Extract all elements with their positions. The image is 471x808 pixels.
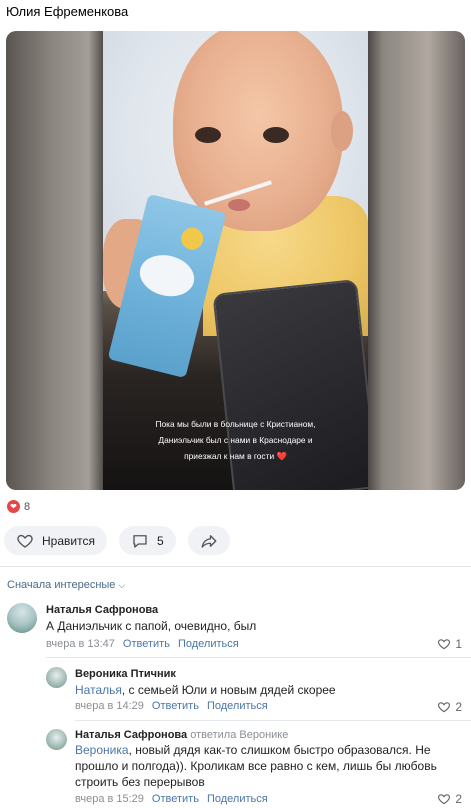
heart-outline-icon (438, 794, 451, 805)
juice-pack-badge (178, 225, 206, 253)
comment-text: Вероника, новый дядя как-то слишком быст… (75, 743, 437, 789)
share-arrow-icon (201, 534, 217, 548)
heart-emoji-icon: ❤️ (276, 451, 287, 461)
comments-button[interactable]: 5 (118, 526, 176, 555)
avatar[interactable] (7, 603, 37, 633)
caption-line-3: приезжал к нам в гости ❤️ (184, 451, 287, 461)
avatar[interactable] (46, 667, 67, 688)
share-link[interactable]: Поделиться (178, 638, 239, 650)
like-label: Нравится (42, 533, 95, 548)
comment-like-count: 1 (455, 637, 462, 651)
comment-meta: вчера в 13:47 Ответить Поделиться (46, 638, 239, 650)
divider (75, 720, 471, 721)
share-link[interactable]: Поделиться (207, 700, 268, 712)
heart-outline-icon (438, 702, 451, 713)
post-video[interactable]: Пока мы были в больнице с Кристианом, Да… (6, 31, 465, 490)
heart-outline-icon (438, 639, 451, 650)
comment-meta: вчера в 14:29 Ответить Поделиться (75, 700, 268, 712)
comment-text: Наталья, с семьей Юли и новым дядей скор… (75, 683, 336, 697)
reply-link[interactable]: Ответить (152, 793, 199, 805)
post-author-name[interactable]: Юлия Ефременкова (6, 4, 128, 19)
video-child-eye-right (263, 127, 289, 143)
heart-reaction-icon: ❤ (7, 500, 20, 513)
post-actions: Нравится 5 (4, 526, 230, 555)
divider (0, 566, 471, 567)
chevron-down-icon: ⌵ (118, 579, 126, 590)
video-child-mouth (228, 199, 250, 211)
comments-count: 5 (156, 533, 164, 548)
comment-author[interactable]: Наталья Сафронова (46, 604, 158, 616)
divider (46, 657, 471, 658)
sort-label: Сначала интересные (7, 579, 116, 591)
comment-text: А Даниэльчик с папой, очевидно, был (46, 619, 257, 633)
caption-line-1: Пока мы были в больнице с Кристианом, (155, 419, 316, 429)
reactions-summary[interactable]: ❤ 8 (7, 500, 30, 513)
comments-sort-dropdown[interactable]: Сначала интересные ⌵ (7, 579, 125, 591)
comment-meta: вчера в 15:29 Ответить Поделиться (75, 793, 268, 805)
video-child-eye-left (195, 127, 221, 143)
heart-outline-icon (17, 534, 33, 548)
video-child-ear (331, 111, 353, 151)
video-frame[interactable]: Пока мы были в больнице с Кристианом, Да… (103, 31, 368, 490)
replied-to-label: ответила Веронике (190, 729, 289, 741)
reply-link[interactable]: Ответить (152, 700, 199, 712)
comment-time[interactable]: вчера в 14:29 (75, 700, 144, 712)
mention-link[interactable]: Наталья (75, 683, 122, 697)
share-link[interactable]: Поделиться (207, 793, 268, 805)
share-button[interactable] (187, 526, 230, 555)
comment-like-count: 2 (455, 792, 462, 806)
comment-author[interactable]: Наталья Сафронова ответила Веронике (75, 729, 288, 741)
comment-like-button[interactable]: 2 (437, 792, 462, 806)
caption-line-2: Даниэльчик был с нами в Краснодаре и (158, 435, 313, 445)
reactions-count: 8 (24, 500, 31, 513)
juice-pack-label (135, 249, 199, 302)
comment-time[interactable]: вчера в 13:47 (46, 638, 115, 650)
comment-author[interactable]: Вероника Птичник (75, 668, 176, 680)
video-caption: Пока мы были в больнице с Кристианом, Да… (103, 416, 368, 464)
comment-time[interactable]: вчера в 15:29 (75, 793, 144, 805)
comment-icon (133, 534, 147, 548)
like-button[interactable]: Нравится (4, 526, 107, 555)
reply-link[interactable]: Ответить (123, 638, 170, 650)
avatar[interactable] (46, 729, 67, 750)
comment-like-button[interactable]: 1 (437, 637, 462, 651)
mention-link[interactable]: Вероника (75, 743, 129, 757)
comment-like-count: 2 (455, 700, 462, 714)
comment-like-button[interactable]: 2 (437, 700, 462, 714)
